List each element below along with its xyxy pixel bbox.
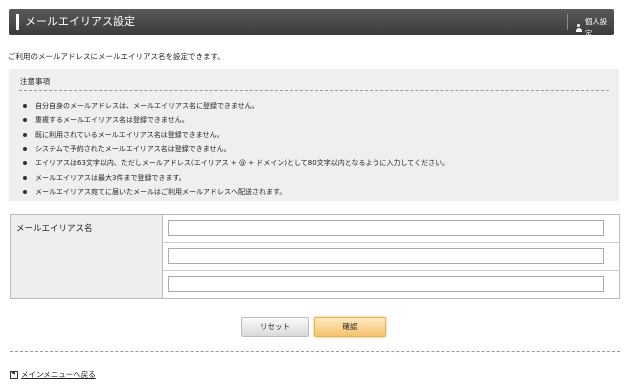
notice-item: 自分自身のメールアドレスは、メールエイリアス名に登録できません。 xyxy=(23,99,449,113)
notice-item: メールエイリアス宛てに届いたメールはご利用メールアドレスへ配送されます。 xyxy=(23,185,449,199)
alias-row-3 xyxy=(163,271,619,298)
back-to-menu-link[interactable]: メインメニューへ戻る xyxy=(21,369,96,380)
bullet-icon xyxy=(23,189,27,194)
alias-label-cell: メールエイリアス名 xyxy=(11,215,163,298)
back-arrow-icon xyxy=(10,370,18,379)
bullet-icon xyxy=(23,147,27,152)
notice-item: エイリアスは63文字以内、ただしメールアドレス(エイリアス + @ + ドメイン… xyxy=(23,156,449,170)
alias-form-table: メールエイリアス名 xyxy=(10,214,620,299)
intro-text: ご利用のメールアドレスにメールエイリアス名を設定できます。 xyxy=(8,52,225,61)
alias-input-3[interactable] xyxy=(168,276,604,292)
notice-title: 注意事項 xyxy=(20,77,50,86)
bullet-icon xyxy=(23,161,27,166)
notice-item: メールエイリアスは最大3件まで登録できます。 xyxy=(23,170,449,184)
page-title: メールエイリアス設定 xyxy=(25,15,135,28)
notice-box: 注意事項 自分自身のメールアドレスは、メールエイリアス名に登録できません。 重複… xyxy=(9,69,619,201)
alias-row-2 xyxy=(163,243,619,271)
header-divider xyxy=(567,14,568,30)
page-header: メールエイリアス設定 個人設定 xyxy=(9,9,614,38)
person-icon xyxy=(575,24,582,32)
bullet-icon xyxy=(23,175,27,180)
notice-item: 既に利用されているメールエイリアス名は登録できません。 xyxy=(23,128,449,142)
bullet-icon xyxy=(23,132,27,137)
confirm-button[interactable]: 確認 xyxy=(314,317,386,337)
notice-list: 自分自身のメールアドレスは、メールエイリアス名に登録できません。 重複するメール… xyxy=(23,99,449,199)
notice-divider xyxy=(19,90,609,91)
notice-item: システムで予約されたメールエイリアス名は登録できません。 xyxy=(23,142,449,156)
alias-input-1[interactable] xyxy=(168,220,604,236)
header-accent-bar xyxy=(16,14,19,30)
footer-divider xyxy=(10,351,620,352)
reset-button[interactable]: リセット xyxy=(241,317,309,337)
alias-field-label: メールエイリアス名 xyxy=(16,224,93,234)
personal-settings-label: 個人設定 xyxy=(584,17,608,38)
alias-input-2[interactable] xyxy=(168,248,604,264)
notice-item: 重複するメールエイリアス名は登録できません。 xyxy=(23,113,449,127)
bullet-icon xyxy=(23,118,27,123)
back-to-menu[interactable]: メインメニューへ戻る xyxy=(10,369,96,380)
personal-settings-link[interactable]: 個人設定 xyxy=(575,16,614,40)
alias-row-1 xyxy=(163,215,619,243)
bullet-icon xyxy=(23,104,27,109)
